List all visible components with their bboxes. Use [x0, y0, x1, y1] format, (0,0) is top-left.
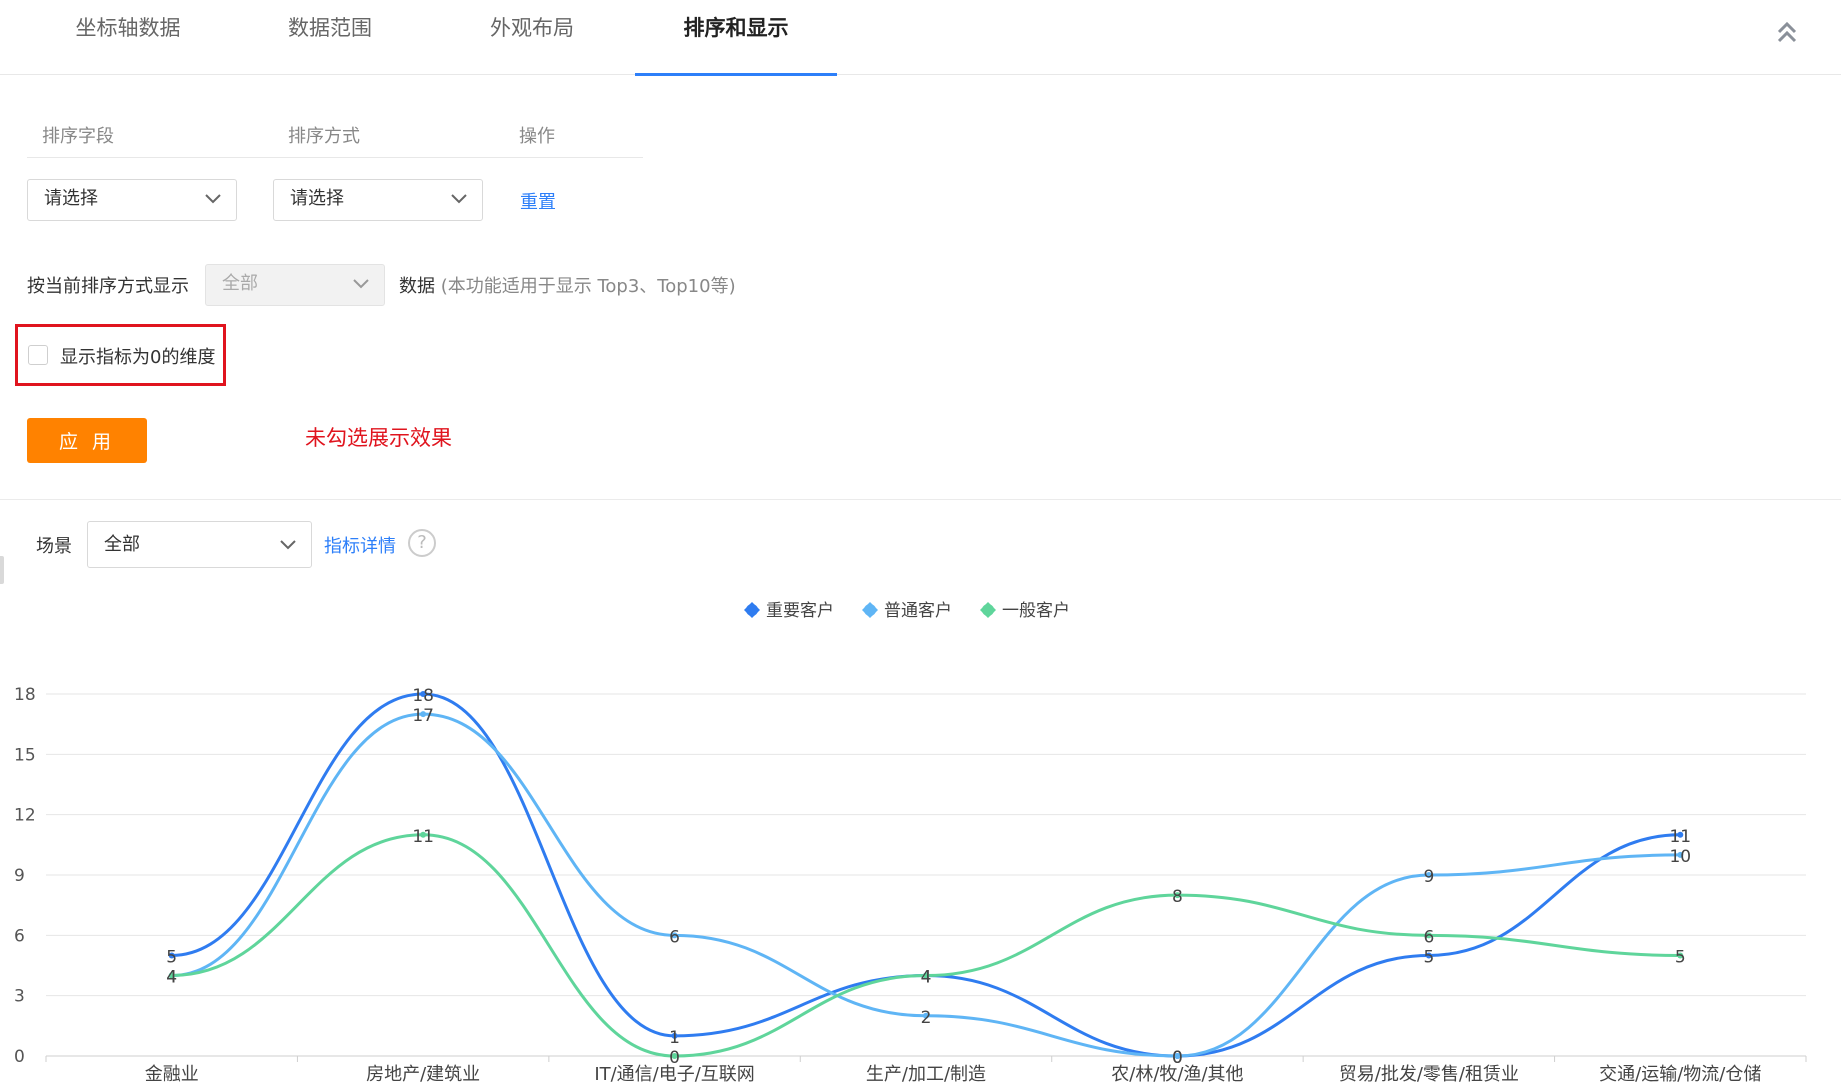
sort-table-header: 排序字段 排序方式 操作	[27, 118, 643, 158]
legend-dot	[746, 604, 758, 616]
y-tick-label: 0	[14, 1047, 25, 1067]
legend-dot	[982, 604, 994, 616]
data-label: 8	[1172, 887, 1183, 907]
y-tick-label: 9	[14, 866, 25, 886]
data-label: 4	[166, 968, 177, 988]
display-prefix-label: 按当前排序方式显示	[27, 276, 189, 297]
x-tick-label: 交通/运输/物流/仓储	[1599, 1064, 1761, 1085]
scene-select-value: 全部	[104, 534, 140, 555]
data-label: 2	[921, 1008, 932, 1028]
sort-field-header: 排序字段	[42, 126, 114, 147]
data-label: 9	[1423, 867, 1434, 887]
legend-dot	[864, 604, 876, 616]
sort-method-select-value: 请选择	[290, 188, 344, 209]
tab-sort-display[interactable]: 排序和显示	[635, 0, 837, 76]
tab-data-range[interactable]: 数据范围	[229, 0, 431, 75]
x-tick-label: 房地产/建筑业	[366, 1064, 480, 1085]
x-tick-label: 金融业	[145, 1064, 199, 1085]
scene-label: 场景	[36, 536, 72, 557]
reset-link[interactable]: 重置	[520, 188, 556, 214]
x-tick-label: 生产/加工/制造	[866, 1064, 986, 1085]
sort-field-select-value: 请选择	[44, 188, 98, 209]
y-tick-label: 3	[14, 987, 25, 1007]
chevron-down-icon	[353, 279, 369, 289]
sort-method-header: 排序方式	[288, 126, 360, 147]
legend-label: 一般客户	[1002, 601, 1070, 621]
data-label: 0	[1172, 1048, 1183, 1068]
display-suffix-text: 数据	[399, 276, 435, 297]
data-label: 17	[412, 706, 434, 726]
show-zero-dimension-checkbox[interactable]	[28, 345, 48, 365]
display-count-select[interactable]: 全部	[205, 264, 385, 306]
data-label: 6	[1423, 927, 1434, 947]
section-divider	[0, 499, 1841, 500]
legend-label: 普通客户	[884, 601, 952, 621]
help-icon[interactable]: ?	[408, 529, 436, 557]
tab-appearance-layout[interactable]: 外观布局	[431, 0, 633, 75]
x-tick-label: 贸易/批发/零售/租赁业	[1339, 1064, 1519, 1085]
data-label: 5	[1423, 947, 1434, 967]
y-tick-label: 15	[14, 745, 36, 765]
series-line-1	[171, 712, 1681, 1058]
sort-action-header: 操作	[519, 126, 555, 147]
chevron-down-icon	[451, 194, 467, 204]
scene-select[interactable]: 全部	[87, 521, 312, 568]
y-tick-label: 18	[14, 685, 36, 705]
annotation-text: 未勾选展示效果	[305, 426, 452, 450]
sort-method-select[interactable]: 请选择	[273, 179, 483, 221]
sort-field-select[interactable]: 请选择	[27, 179, 237, 221]
data-label: 18	[412, 686, 434, 706]
show-zero-dimension-label: 显示指标为0的维度	[60, 347, 216, 368]
y-tick-label: 12	[14, 806, 36, 826]
data-label: 11	[412, 827, 434, 847]
display-suffix-label: 数据 (本功能适用于显示 Top3、Top10等)	[399, 272, 736, 298]
data-label: 10	[1669, 847, 1691, 867]
metric-detail-link[interactable]: 指标详情	[324, 532, 396, 558]
data-label: 5	[166, 947, 177, 967]
tab-axis-data[interactable]: 坐标轴数据	[27, 0, 229, 75]
display-count-select-value: 全部	[222, 273, 258, 294]
data-label: 1	[669, 1028, 680, 1048]
double-chevron-up-icon	[1777, 21, 1797, 43]
chevron-down-icon	[205, 194, 221, 204]
tab-bar: 坐标轴数据 数据范围 外观布局 排序和显示	[0, 0, 1841, 76]
data-label: 4	[921, 968, 932, 988]
apply-button[interactable]: 应 用	[27, 418, 147, 463]
data-label: 11	[1669, 827, 1691, 847]
data-label: 5	[1675, 947, 1686, 967]
collapse-button[interactable]	[1771, 16, 1803, 48]
chevron-down-icon	[280, 540, 296, 550]
data-label: 6	[669, 927, 680, 947]
display-hint-text: (本功能适用于显示 Top3、Top10等)	[440, 276, 736, 297]
line-chart: 0369121518金融业 房地产/建筑业 IT/通信/电子/互联网 生产/加工/制造…	[14, 601, 1807, 1085]
legend-label: 重要客户	[766, 601, 834, 621]
y-tick-label: 6	[14, 926, 25, 946]
data-label: 0	[669, 1048, 680, 1068]
